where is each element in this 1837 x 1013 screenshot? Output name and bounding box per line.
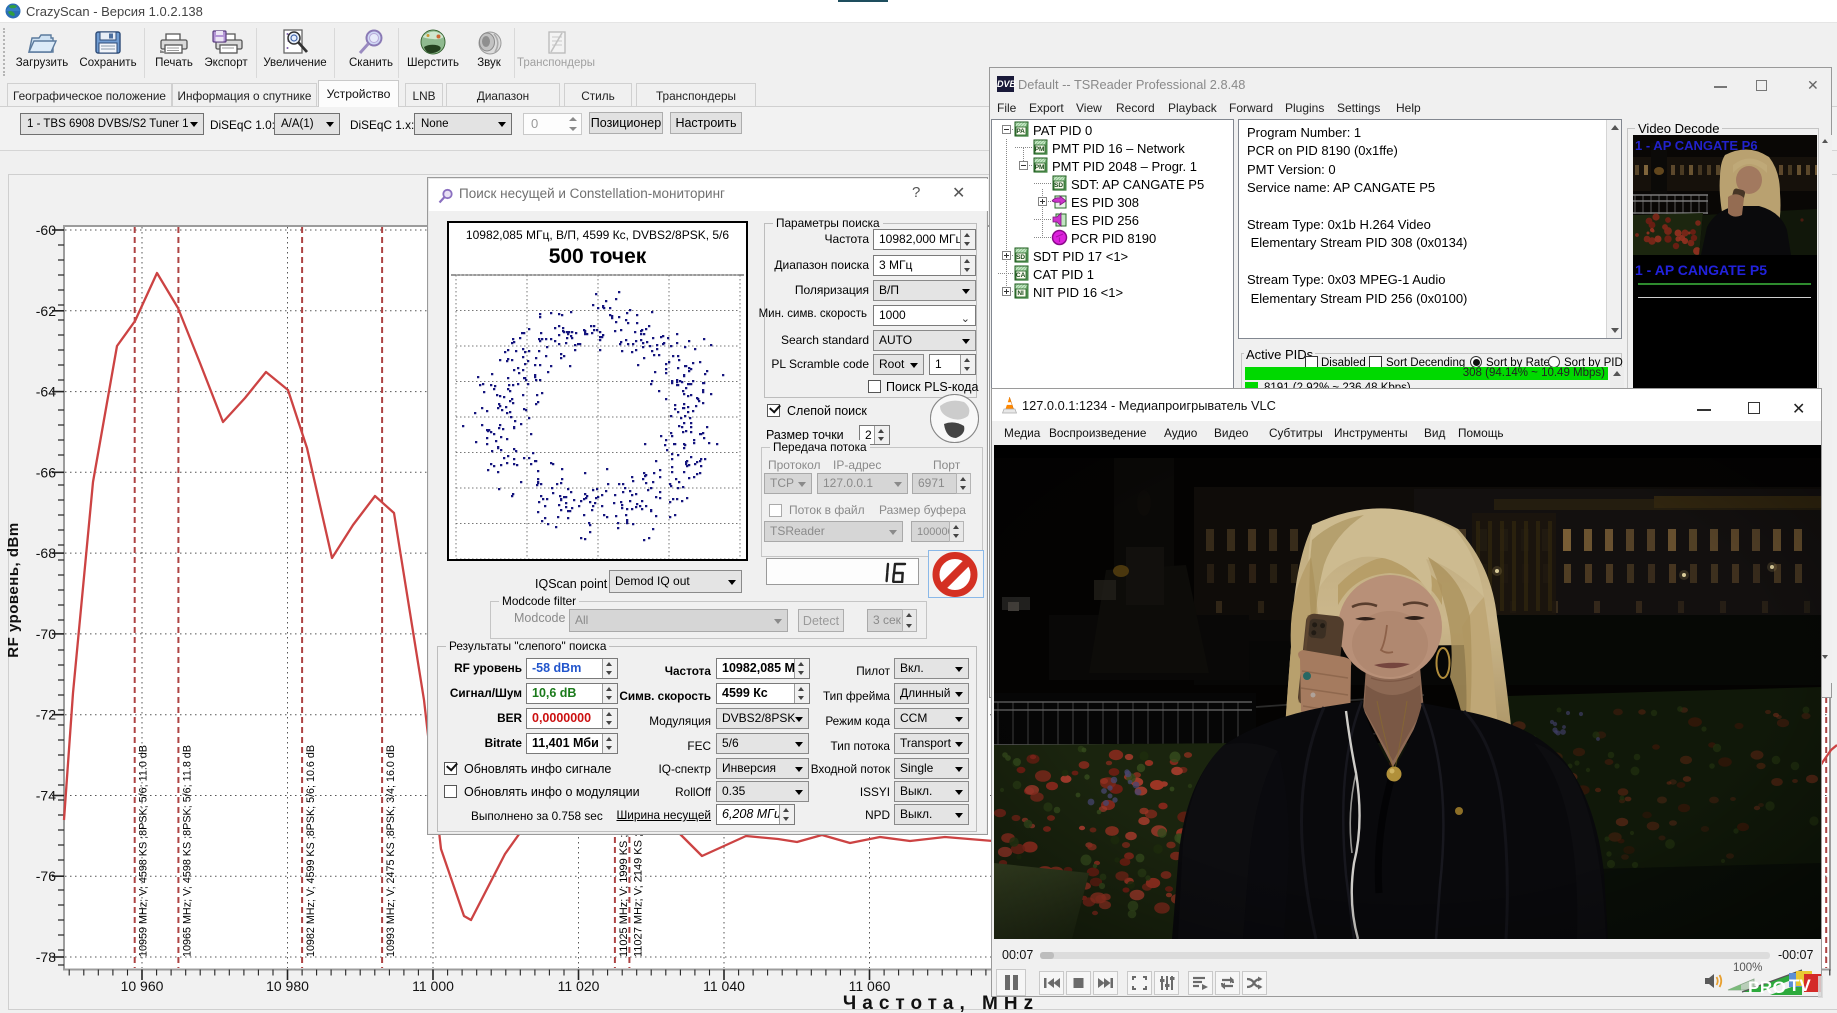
svg-text:10993 MHz; V; 2475 KS ;8PSK; 3: 10993 MHz; V; 2475 KS ;8PSK; 3/4; 16.0 d… bbox=[385, 745, 397, 957]
svg-text:SD: SD bbox=[1054, 182, 1063, 189]
svg-text:NI: NI bbox=[1017, 290, 1024, 297]
svg-text:11 020: 11 020 bbox=[558, 978, 600, 994]
svg-text:11 060: 11 060 bbox=[849, 978, 891, 994]
svg-text:RF уровень, dBm: RF уровень, dBm bbox=[5, 522, 22, 657]
svg-text:10 960: 10 960 bbox=[121, 978, 164, 994]
svg-text:CA: CA bbox=[1016, 272, 1026, 279]
svg-text:11 000: 11 000 bbox=[412, 978, 454, 994]
svg-text:PA: PA bbox=[1016, 128, 1025, 135]
svg-text:PM: PM bbox=[1035, 164, 1045, 171]
svg-text:11 040: 11 040 bbox=[703, 978, 745, 994]
svg-text:TV: TV bbox=[1789, 976, 1811, 995]
svg-text:10982 MHz; V; 4599 KS ;8PSK; 5: 10982 MHz; V; 4599 KS ;8PSK; 5/6; 10.6 d… bbox=[305, 745, 317, 957]
svg-text:10 980: 10 980 bbox=[266, 978, 309, 994]
svg-text:10965 MHz; V; 4598 KS ;8PSK; 5: 10965 MHz; V; 4598 KS ;8PSK; 5/6; 11.8 d… bbox=[181, 745, 193, 957]
svg-text:10959 MHz; V; 4598 KS ;8PSK; 5: 10959 MHz; V; 4598 KS ;8PSK; 5/6; 11.0 d… bbox=[138, 745, 150, 957]
svg-text:PM: PM bbox=[1035, 146, 1045, 153]
svg-text:SD: SD bbox=[1016, 254, 1025, 261]
svg-text:PRO: PRO bbox=[1748, 978, 1786, 997]
